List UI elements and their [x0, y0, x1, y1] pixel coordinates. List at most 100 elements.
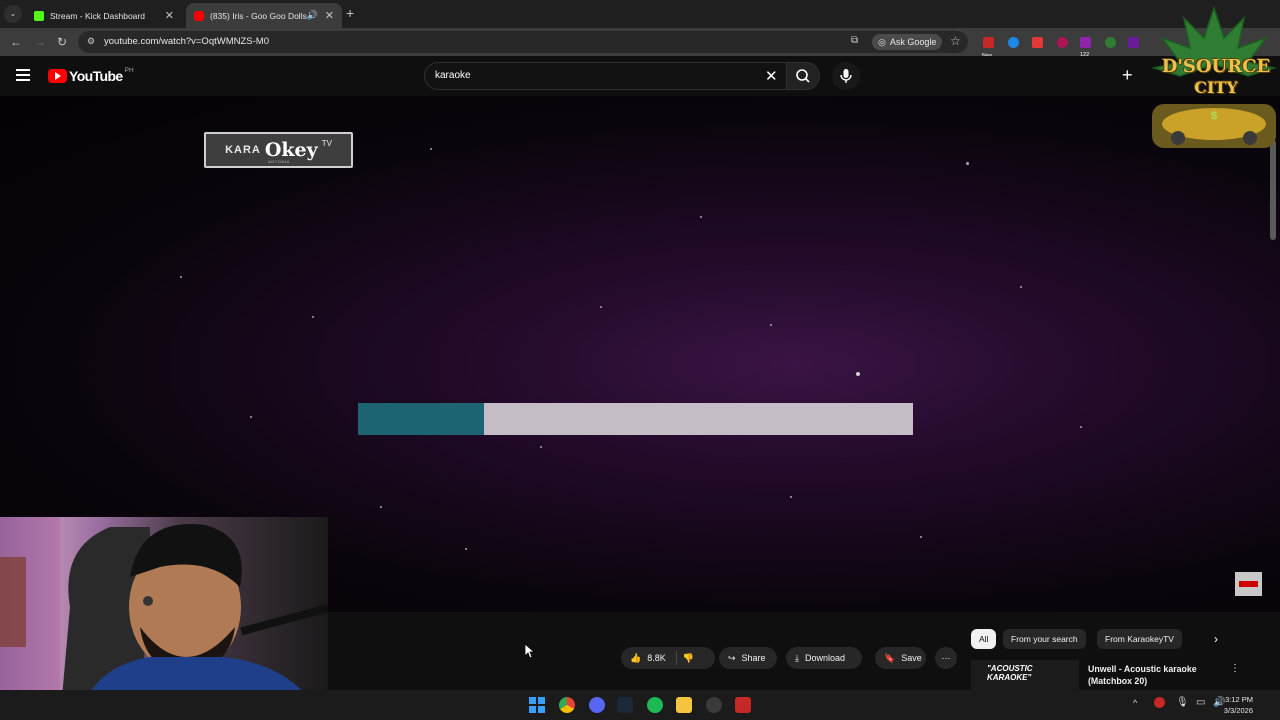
clock-date: 3/3/2026	[1223, 706, 1253, 715]
save-label: Save	[901, 653, 922, 663]
close-tab-icon[interactable]: ✕	[165, 9, 174, 22]
speaker-icon[interactable]: 🔊	[307, 10, 318, 21]
karaokey-tv-logo: KARA Okey TV ANTONIA	[204, 132, 353, 168]
back-arrow-icon[interactable]: ←	[10, 35, 22, 49]
mouse-cursor-icon	[525, 644, 535, 658]
windows-taskbar: ^ 🎙 ▭ 🔊 3:12 PM 3/3/2026	[0, 690, 1280, 720]
steam-icon[interactable]	[617, 697, 633, 713]
karaoke-countdown-fill	[358, 403, 484, 435]
chip-from-your-search[interactable]: From your search	[1003, 629, 1086, 649]
address-bar[interactable]: ⚙ youtube.com/watch?v=OqtWMNZS-M0 ⧉ ◎ As…	[78, 31, 968, 53]
extension-twitch-icon[interactable]	[1128, 37, 1139, 48]
stream-overlay-badge: $ D'SOURCE CITY	[1148, 4, 1280, 154]
clear-search-icon[interactable]: ✕	[765, 67, 778, 85]
tab-kick-dashboard[interactable]: Stream - Kick Dashboard ✕	[26, 3, 182, 28]
more-horizontal-icon: ⋯	[941, 652, 951, 663]
more-actions-button[interactable]: ⋯	[935, 647, 957, 669]
ask-google-label: Ask Google	[889, 37, 937, 47]
subscribe-button-icon	[1239, 581, 1258, 587]
ask-google-button[interactable]: ◎ Ask Google	[872, 34, 943, 50]
tab-title: Stream - Kick Dashboard	[50, 10, 145, 21]
more-vertical-icon[interactable]: ⋮	[1230, 663, 1240, 674]
reload-icon[interactable]: ↻	[57, 35, 67, 49]
youtube-play-icon	[48, 69, 67, 83]
lens-icon: ◎	[878, 37, 886, 47]
extension-badge-icon[interactable]: 122	[1080, 37, 1091, 58]
search-icon	[796, 69, 810, 83]
download-label: Download	[804, 653, 846, 663]
tray-network-icon[interactable]: ▭	[1196, 697, 1205, 708]
share-button[interactable]: ↪ Share	[719, 647, 777, 669]
discord-icon[interactable]	[589, 697, 605, 713]
recording-app-icon[interactable]	[735, 697, 751, 713]
country-code: PH	[124, 66, 134, 74]
chevron-right-icon[interactable]: ›	[1214, 632, 1218, 646]
thumbs-up-icon[interactable]: 👍	[630, 653, 641, 664]
extension-blue-icon[interactable]	[1008, 37, 1019, 48]
youtube-header: YouTube PH karaoke ✕ +	[0, 56, 1280, 96]
search-input[interactable]: karaoke ✕	[424, 62, 786, 90]
file-explorer-icon[interactable]	[676, 697, 692, 713]
clock-time: 3:12 PM	[1225, 695, 1253, 704]
system-clock[interactable]: 3:12 PM 3/3/2026	[1224, 694, 1253, 716]
chip-from-channel[interactable]: From KaraokeyTV	[1097, 629, 1182, 649]
install-app-icon[interactable]: ⧉	[851, 35, 858, 46]
chip-all[interactable]: All	[971, 629, 997, 649]
download-icon: ⤓	[795, 652, 799, 663]
logo-kara-text: KARA	[225, 144, 261, 156]
new-tab-button[interactable]: +	[346, 5, 354, 21]
voice-search-button[interactable]	[832, 62, 860, 90]
create-plus-icon[interactable]: +	[1122, 65, 1133, 86]
extension-new-icon[interactable]: New	[982, 37, 994, 59]
recommendation-title[interactable]: Unwell - Acoustic karaoke (Matchbox 20)	[1088, 663, 1236, 687]
karaoke-countdown-bar	[358, 403, 913, 435]
like-dislike-group: 👍 8.8K 👎	[621, 647, 715, 669]
url-text[interactable]: youtube.com/watch?v=OqtWMNZS-M0	[104, 36, 269, 47]
tab-search-button[interactable]: ⌄	[4, 5, 22, 23]
like-count[interactable]: 8.8K	[647, 653, 666, 663]
tray-chevron-up-icon[interactable]: ^	[1133, 698, 1137, 708]
close-tab-icon[interactable]: ✕	[325, 9, 334, 22]
extension-shield-icon[interactable]	[1105, 37, 1116, 48]
logo-sub-text: ANTONIA	[268, 159, 290, 164]
browser-toolbar: ← → ↻ ⚙ youtube.com/watch?v=OqtWMNZS-M0 …	[0, 28, 1280, 59]
share-arrow-icon: ↪	[728, 652, 736, 663]
subscribe-watermark[interactable]	[1235, 572, 1262, 596]
forward-arrow-icon[interactable]: →	[34, 35, 46, 49]
kick-icon	[34, 10, 44, 21]
search-query[interactable]: karaoke	[435, 70, 471, 81]
svg-text:$: $	[1211, 110, 1217, 122]
logo-tv-text: TV	[321, 138, 332, 148]
youtube-icon	[194, 10, 204, 21]
page-scrollbar[interactable]	[1270, 140, 1276, 240]
microphone-icon	[840, 69, 852, 83]
logo-okey-text: Okey	[264, 139, 318, 161]
save-button[interactable]: 🔖 Save	[875, 647, 926, 669]
menu-icon[interactable]	[16, 69, 30, 84]
extension-pink-icon[interactable]	[1057, 37, 1068, 48]
spotify-icon[interactable]	[647, 697, 663, 713]
windows-start-icon[interactable]	[529, 697, 545, 713]
logo-text: YouTube	[69, 68, 123, 84]
bookmark-icon: 🔖	[884, 652, 896, 663]
tab-title: (835) Iris - Goo Goo Dolls (K	[210, 10, 310, 21]
obs-icon[interactable]	[706, 697, 722, 713]
download-button[interactable]: ⤓ Download	[786, 647, 862, 669]
extension-youtube-icon[interactable]	[1032, 37, 1043, 48]
tray-app-icon[interactable]	[1154, 697, 1165, 708]
chrome-icon[interactable]	[559, 697, 575, 713]
like-divider	[675, 651, 677, 665]
tray-microphone-icon[interactable]: 🎙	[1176, 697, 1189, 708]
video-actions-bar: 👍 8.8K 👎 ↪ Share ⤓ Download 🔖 Save ⋯ All…	[328, 612, 1280, 690]
search-button[interactable]	[786, 62, 820, 90]
thumbs-down-icon[interactable]: 👎	[683, 653, 694, 664]
badge-title: D'SOURCE	[1161, 56, 1271, 77]
site-info-icon[interactable]: ⚙	[87, 36, 95, 47]
thumbnail-text: "ACOUSTIC KARAOKE"	[987, 664, 1033, 682]
bookmark-star-icon[interactable]: ☆	[950, 34, 961, 48]
recommendation-thumbnail[interactable]: "ACOUSTIC KARAOKE"	[971, 660, 1079, 690]
browser-tab-strip: ⌄ Stream - Kick Dashboard ✕ (835) Iris -…	[0, 0, 1280, 28]
badge-subtitle: CITY	[1194, 78, 1238, 97]
youtube-logo[interactable]: YouTube PH	[48, 66, 134, 84]
tab-youtube-video[interactable]: (835) Iris - Goo Goo Dolls (K 🔊 ✕	[186, 3, 342, 28]
